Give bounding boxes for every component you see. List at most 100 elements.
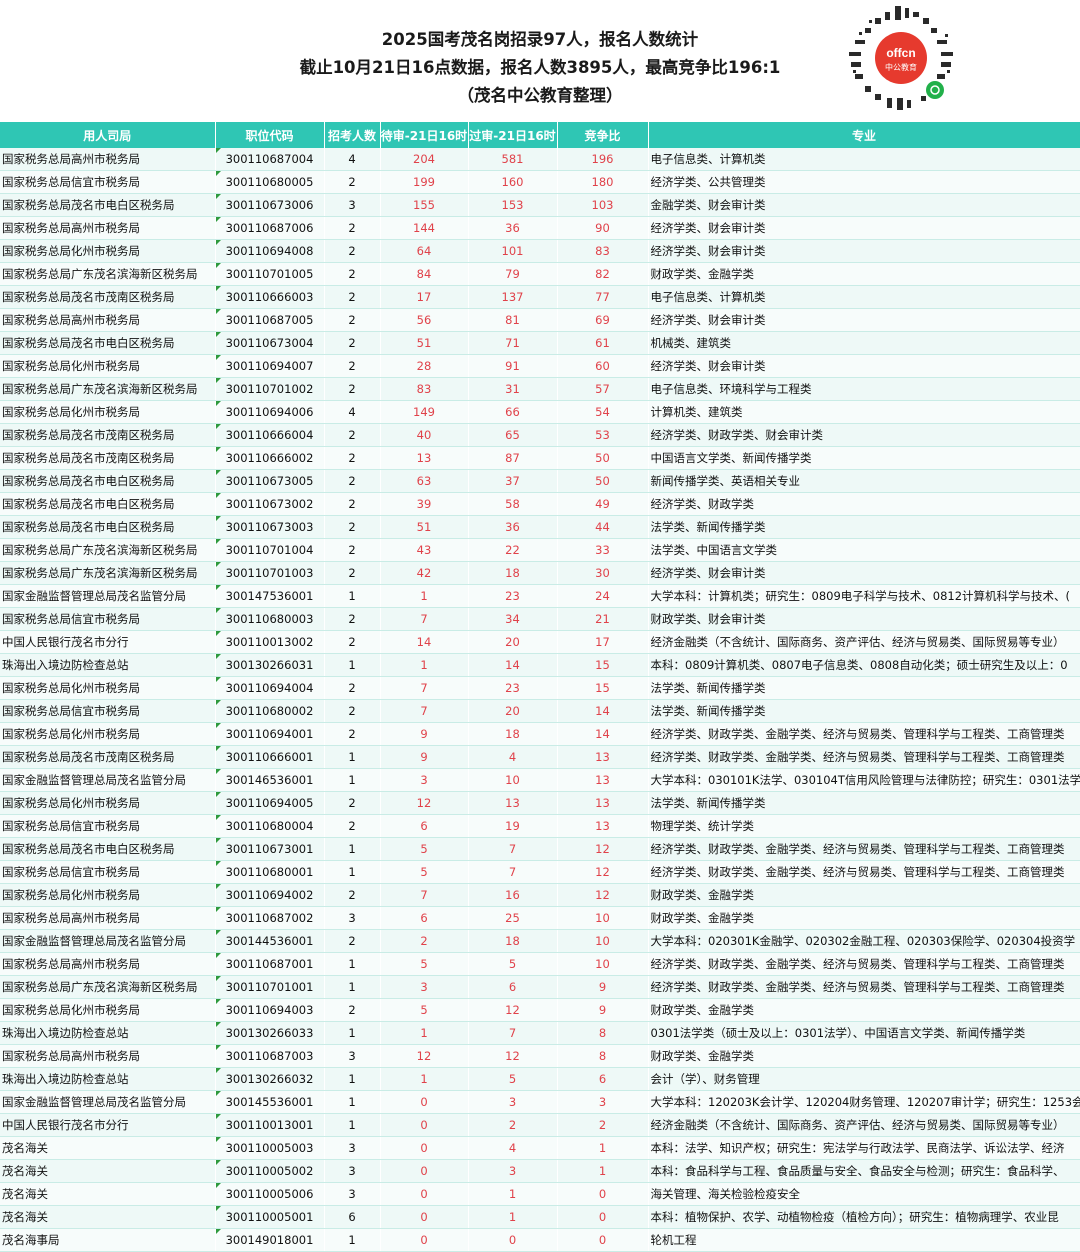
cell-approved: 6 [468,975,558,999]
cell-pending: 0 [380,1113,469,1137]
cell-pending: 7 [380,676,469,700]
cell-pending: 9 [380,722,469,746]
cell-position-code: 300110680003 [215,607,325,631]
table-row: 国家税务总局高州市税务局 300110687004 4 204 581 196 电子信息类、… [0,148,1080,171]
cell-major: 经济金融类（不含统计、国际商务、资产评估、经济与贸易类、国际贸易等专业） [648,1113,1080,1137]
logo-text-cn: 中公教育 [885,62,917,72]
cell-recruit-count: 1 [324,1228,381,1252]
cell-ratio: 1 [557,1136,649,1160]
cell-position-code: 300110013001 [215,1113,325,1137]
cell-approved: 65 [468,423,558,447]
cell-approved: 18 [468,561,558,585]
cell-ratio: 33 [557,538,649,562]
cell-major: 物理学类、统计学类 [648,814,1080,838]
cell-major: 0301法学类（硕士及以上：0301法学）、中国语言文学类、新闻传播学类 [648,1021,1080,1045]
cell-department: 国家税务总局化州市税务局 [0,239,216,263]
table-row: 珠海出入境边防检查总站 300130266032 1 1 5 6 会计（学）、财务管理 [0,1067,1080,1091]
cell-pending: 204 [380,148,469,171]
cell-recruit-count: 2 [324,239,381,263]
table-row: 国家税务总局化州市税务局 300110694005 2 12 13 13 法学类、新闻传播学… [0,791,1080,815]
table-row: 茂名海关 300110005002 3 0 3 1 本科：食品科学与工程、食品质量与安全、食… [0,1159,1080,1183]
table-row: 国家税务总局化州市税务局 300110694002 2 7 16 12 财政学类、金融学类 [0,883,1080,907]
cell-position-code: 300110694002 [215,883,325,907]
cell-recruit-count: 2 [324,216,381,240]
cell-ratio: 8 [557,1044,649,1068]
cell-department: 珠海出入境边防检查总站 [0,1067,216,1091]
cell-major: 经济学类、财政学类、金融学类、经济与贸易类、管理科学与工程类、工商管理类 [648,722,1080,746]
cell-major: 大学本科：计算机类；研究生：0809电子科学与技术、0812计算机科学与技术、( [648,584,1080,608]
cell-department: 国家税务总局高州市税务局 [0,216,216,240]
cell-recruit-count: 2 [324,285,381,309]
table-row: 国家税务总局高州市税务局 300110687006 2 144 36 90 经济学类、财会审… [0,216,1080,240]
cell-major: 法学类、新闻传播学类 [648,676,1080,700]
cell-department: 国家税务总局化州市税务局 [0,400,216,424]
cell-major: 财政学类、金融学类 [648,1044,1080,1068]
cell-recruit-count: 2 [324,814,381,838]
cell-approved: 36 [468,216,558,240]
cell-pending: 7 [380,699,469,723]
cell-ratio: 0 [557,1182,649,1206]
col-header-major: 专业 [648,122,1080,148]
cell-department: 国家税务总局信宜市税务局 [0,814,216,838]
cell-recruit-count: 2 [324,883,381,907]
cell-recruit-count: 2 [324,791,381,815]
cell-recruit-count: 2 [324,561,381,585]
cell-recruit-count: 2 [324,722,381,746]
cell-department: 国家税务总局化州市税务局 [0,676,216,700]
cell-pending: 42 [380,561,469,585]
cell-pending: 17 [380,285,469,309]
col-header-approved: 过审-21日16时 [468,122,558,148]
cell-recruit-count: 2 [324,377,381,401]
cell-approved: 7 [468,837,558,861]
cell-approved: 18 [468,722,558,746]
cell-recruit-count: 1 [324,768,381,792]
cell-department: 国家税务总局茂名市电白区税务局 [0,193,216,217]
col-header-ratio: 竞争比 [557,122,649,148]
cell-department: 茂名海关 [0,1136,216,1160]
cell-department: 珠海出入境边防检查总站 [0,1021,216,1045]
cell-ratio: 12 [557,837,649,861]
cell-recruit-count: 1 [324,1021,381,1045]
table-row: 国家税务总局高州市税务局 300110687001 1 5 5 10 经济学类、财政学类、金… [0,952,1080,976]
cell-pending: 6 [380,814,469,838]
cell-department: 珠海出入境边防检查总站 [0,653,216,677]
cell-department: 国家税务总局广东茂名滨海新区税务局 [0,377,216,401]
cell-position-code: 300110673002 [215,492,325,516]
cell-major: 经济学类、财政学类、金融学类、经济与贸易类、管理科学与工程类、工商管理类 [648,837,1080,861]
cell-position-code: 300110701002 [215,377,325,401]
cell-pending: 0 [380,1136,469,1160]
cell-major: 经济学类、财会审计类 [648,216,1080,240]
cell-department: 国家税务总局茂名市茂南区税务局 [0,423,216,447]
cell-major: 财政学类、金融学类 [648,883,1080,907]
cell-recruit-count: 2 [324,492,381,516]
table-row: 国家税务总局茂名市茂南区税务局 300110666003 2 17 137 77 电子信息类… [0,285,1080,309]
table-row: 茂名海事局 300149018001 1 0 0 0 轮机工程 [0,1228,1080,1252]
cell-ratio: 2 [557,1113,649,1137]
table-row: 国家税务总局信宜市税务局 300110680003 2 7 34 21 财政学类、财会审计类 [0,607,1080,631]
cell-major: 会计（学）、财务管理 [648,1067,1080,1091]
cell-ratio: 17 [557,630,649,654]
cell-position-code: 300110005001 [215,1205,325,1229]
cell-department: 茂名海关 [0,1159,216,1183]
cell-pending: 3 [380,975,469,999]
cell-position-code: 300110673003 [215,515,325,539]
cell-department: 国家金融监督管理总局茂名监管分局 [0,584,216,608]
cell-pending: 12 [380,791,469,815]
cell-major: 法学类、新闻传播学类 [648,699,1080,723]
cell-ratio: 83 [557,239,649,263]
cell-approved: 91 [468,354,558,378]
cell-recruit-count: 2 [324,929,381,953]
cell-ratio: 3 [557,1090,649,1114]
cell-major: 轮机工程 [648,1228,1080,1252]
table-row: 中国人民银行茂名市分行 300110013001 1 0 2 2 经济金融类（不含统计、国际… [0,1113,1080,1137]
table-row: 茂名海关 300110005001 6 0 1 0 本科：植物保护、农学、动植物检疫（植检方… [0,1205,1080,1229]
table-row: 国家税务总局茂名市电白区税务局 300110673002 2 39 58 49 经济学类、财… [0,492,1080,516]
cell-approved: 25 [468,906,558,930]
cell-major: 财政学类、财会审计类 [648,607,1080,631]
cell-pending: 5 [380,860,469,884]
cell-recruit-count: 2 [324,469,381,493]
cell-position-code: 300144536001 [215,929,325,953]
cell-ratio: 196 [557,148,649,171]
cell-position-code: 300110701004 [215,538,325,562]
table-row: 国家税务总局信宜市税务局 300110680002 2 7 20 14 法学类、新闻传播学类 [0,699,1080,723]
